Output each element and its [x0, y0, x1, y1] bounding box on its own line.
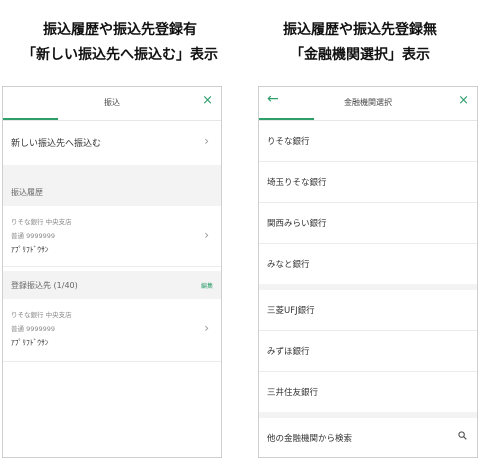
- registered-item[interactable]: りそな銀行 中央支店 普通 9999999 ｱﾌﾟﾘﾌﾄﾞｳｻﾝ ›: [3, 299, 221, 362]
- caption-left-line2: 「新しい振込先へ振込む」表示: [22, 47, 218, 63]
- search-icon: [458, 431, 467, 440]
- registered-account-name: ｱﾌﾟﾘﾌﾄﾞｳｻﾝ: [11, 338, 49, 347]
- history-item[interactable]: りそな銀行 中央支店 普通 9999999 ｱﾌﾟﾘﾌﾄﾞｳｻﾝ ›: [3, 206, 221, 267]
- tab-indicator: [259, 118, 314, 120]
- page-title: 金融機関選択: [344, 98, 392, 107]
- bank-list-item[interactable]: 関西みらい銀行: [259, 203, 477, 244]
- bank-name: みなと銀行: [267, 260, 310, 270]
- close-icon[interactable]: ×: [458, 94, 469, 108]
- bank-name: 三菱UFJ銀行: [267, 306, 315, 316]
- caption-left-line1: 振込履歴や振込先登録有: [43, 22, 197, 38]
- transfer-screen: 振込 × 新しい振込先へ振込む › 振込履歴 りそな銀行 中央支店 普通 999…: [2, 86, 222, 458]
- history-section-header: 振込履歴: [3, 178, 221, 206]
- new-transfer-label: 新しい振込先へ振込む: [11, 139, 102, 149]
- new-transfer-button[interactable]: 新しい振込先へ振込む ›: [3, 121, 221, 165]
- bank-list-item[interactable]: みずほ銀行: [259, 331, 477, 372]
- bank-name: りそな銀行: [267, 137, 310, 147]
- bank-list-item[interactable]: 埼玉りそな銀行: [259, 162, 477, 203]
- transfer-header: 振込 ×: [3, 87, 221, 120]
- registered-section-header: 登録振込先 (1/40) 編集: [3, 271, 221, 299]
- history-account-number: 普通 9999999: [11, 232, 56, 240]
- history-section-label: 振込履歴: [11, 188, 43, 197]
- bank-name: 三井住友銀行: [267, 388, 319, 398]
- edit-link[interactable]: 編集: [201, 281, 213, 290]
- bank-select-header: ← 金融機関選択 ×: [259, 87, 477, 120]
- section-gap: [3, 165, 221, 178]
- caption-right-line1: 振込履歴や振込先登録無: [283, 22, 437, 38]
- chevron-right-icon: ›: [204, 134, 209, 148]
- bank-list-item[interactable]: りそな銀行: [259, 121, 477, 162]
- bank-list-item[interactable]: 三井住友銀行: [259, 372, 477, 412]
- bank-name: 関西みらい銀行: [267, 219, 327, 229]
- bank-list-item[interactable]: 三菱UFJ銀行: [259, 290, 477, 331]
- registered-section-label: 登録振込先 (1/40): [11, 281, 78, 290]
- registered-account-number: 普通 9999999: [11, 325, 56, 333]
- bank-list-item[interactable]: みなと銀行: [259, 244, 477, 284]
- caption-right-line2: 「金融機関選択」表示: [290, 47, 430, 63]
- bank-select-screen: ← 金融機関選択 × りそな銀行 埼玉りそな銀行 関西みらい銀行 みなと銀行 三…: [258, 86, 478, 458]
- page-title: 振込: [104, 98, 120, 107]
- registered-bank-branch: りそな銀行 中央支店: [11, 311, 72, 319]
- caption-right: 振込履歴や振込先登録無 「金融機関選択」表示: [240, 18, 480, 68]
- close-icon[interactable]: ×: [202, 94, 213, 108]
- caption-left: 振込履歴や振込先登録有 「新しい振込先へ振込む」表示: [0, 18, 240, 68]
- chevron-right-icon: ›: [204, 321, 209, 335]
- chevron-right-icon: ›: [204, 228, 209, 242]
- bank-name: 埼玉りそな銀行: [267, 178, 327, 188]
- tab-indicator: [3, 118, 58, 120]
- other-bank-search-button[interactable]: 他の金融機関から検索: [259, 418, 477, 457]
- history-account-name: ｱﾌﾟﾘﾌﾄﾞｳｻﾝ: [11, 245, 49, 254]
- history-bank-branch: りそな銀行 中央支店: [11, 218, 72, 226]
- bank-name: みずほ銀行: [267, 347, 310, 357]
- search-label: 他の金融機関から検索: [267, 434, 353, 444]
